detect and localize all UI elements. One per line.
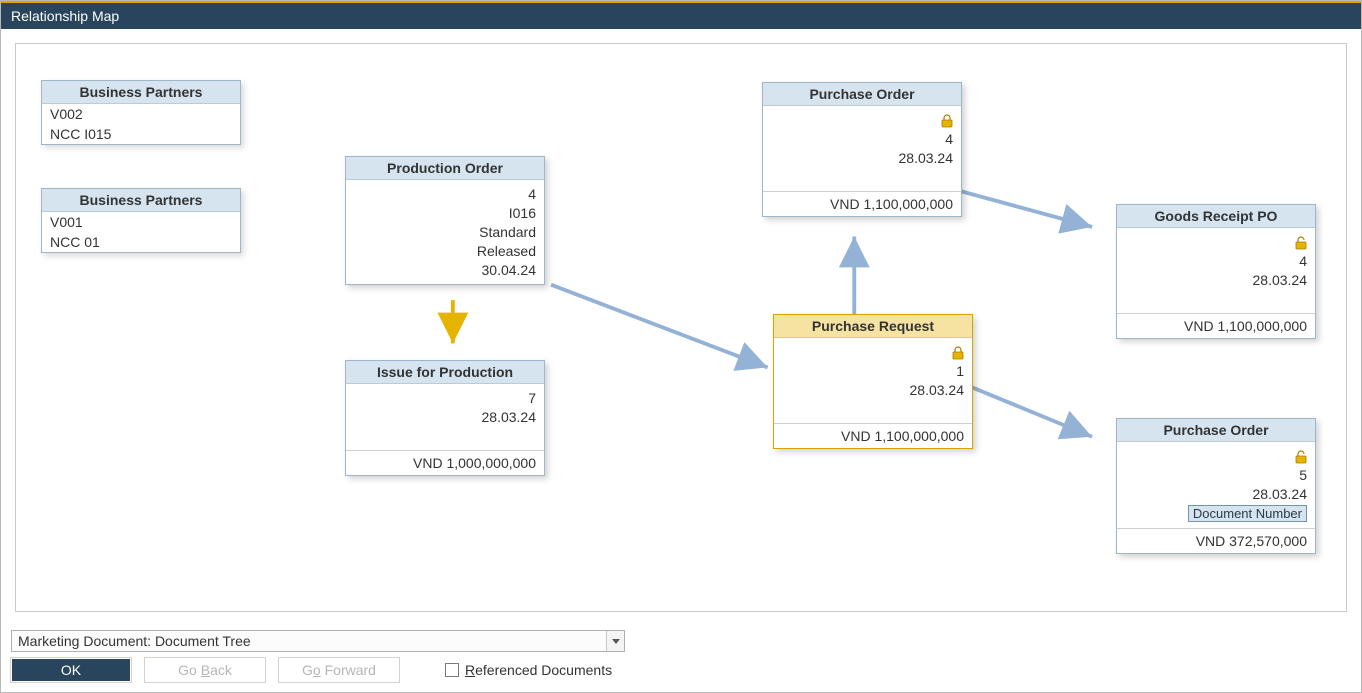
node-line: 28.03.24 [1125,272,1307,288]
spacer [354,428,536,444]
document-number-chip: Document Number [1188,505,1307,522]
node-total: VND 372,570,000 [1117,528,1315,553]
node-line: 30.04.24 [354,262,536,278]
node-chip: Document Number [1125,505,1307,522]
relationship-map-window: Relationship Map Bu [0,0,1362,693]
purchase-order-top-node[interactable]: Purchase Order 4 28.03.24 VND 1,100,000,… [762,82,962,217]
node-line: 5 [1125,467,1307,483]
go-forward-label: Go Forward [302,662,376,678]
go-back-button[interactable]: Go Back [145,658,265,682]
node-total: VND 1,100,000,000 [763,191,961,216]
go-forward-button[interactable]: Go Forward [279,658,399,682]
purchase-order-bottom-node[interactable]: Purchase Order 5 28.03.24 Document Numbe… [1116,418,1316,554]
lock-row [782,344,964,360]
node-header: Production Order [346,157,544,180]
spacer [782,401,964,417]
title-bar: Relationship Map [1,3,1361,29]
business-partners-node-1[interactable]: Business Partners V002 NCC I015 [41,80,241,145]
node-total: VND 1,000,000,000 [346,450,544,475]
goods-receipt-po-node[interactable]: Goods Receipt PO 4 28.03.24 VND 1,100,00… [1116,204,1316,339]
node-line: 28.03.24 [782,382,964,398]
node-body: 7 28.03.24 [346,384,544,450]
node-header: Purchase Order [1117,419,1315,442]
node-total: VND 1,100,000,000 [1117,313,1315,338]
lock-open-icon [1295,450,1307,464]
node-header: Purchase Request [774,315,972,338]
lock-row [771,112,953,128]
view-select-value[interactable]: Marketing Document: Document Tree [11,630,625,652]
node-header: Issue for Production [346,361,544,384]
node-line: 4 [1125,253,1307,269]
lock-closed-icon [952,346,964,360]
node-line: 1 [782,363,964,379]
production-order-node[interactable]: Production Order 4 I016 Standard Release… [345,156,545,285]
bp-row: V001 [42,212,240,232]
lock-row [1125,448,1307,464]
node-header: Goods Receipt PO [1117,205,1315,228]
node-body: 5 28.03.24 Document Number [1117,442,1315,528]
go-back-label: Go Back [178,662,232,678]
buttons-row: OK Go Back Go Forward Referenced Documen… [11,658,1351,682]
ok-button[interactable]: OK [11,658,131,682]
diagram-canvas[interactable]: Business Partners V002 NCC I015 Business… [15,43,1347,612]
referenced-documents-checkbox[interactable]: Referenced Documents [445,662,612,678]
node-line: 28.03.24 [354,409,536,425]
node-line: 4 [771,131,953,147]
bp-row: NCC 01 [42,232,240,252]
node-line: 7 [354,390,536,406]
view-select[interactable]: Marketing Document: Document Tree [11,630,625,652]
issue-for-production-node[interactable]: Issue for Production 7 28.03.24 VND 1,00… [345,360,545,476]
lock-row [1125,234,1307,250]
node-line: Standard [354,224,536,240]
node-line: Released [354,243,536,259]
node-header: Business Partners [42,81,240,104]
node-body: 4 28.03.24 [763,106,961,191]
node-line: 28.03.24 [771,150,953,166]
node-total: VND 1,100,000,000 [774,423,972,448]
node-body: 1 28.03.24 [774,338,972,423]
lock-open-icon [1295,236,1307,250]
purchase-request-node[interactable]: Purchase Request 1 28.03.24 VND 1,100,00… [773,314,973,449]
referenced-documents-label: Referenced Documents [465,662,612,678]
node-body: 4 I016 Standard Released 30.04.24 [346,180,544,284]
bp-row: NCC I015 [42,124,240,144]
node-header: Purchase Order [763,83,961,106]
business-partners-node-2[interactable]: Business Partners V001 NCC 01 [41,188,241,253]
node-header: Business Partners [42,189,240,212]
node-body: 4 28.03.24 [1117,228,1315,313]
window-title: Relationship Map [11,8,119,24]
lock-closed-icon [941,114,953,128]
node-line: 28.03.24 [1125,486,1307,502]
bp-row: V002 [42,104,240,124]
spacer [1125,291,1307,307]
bottom-bar: Marketing Document: Document Tree OK Go … [1,626,1361,692]
spacer [771,169,953,185]
node-line: 4 [354,186,536,202]
checkbox-box[interactable] [445,663,459,677]
node-line: I016 [354,205,536,221]
